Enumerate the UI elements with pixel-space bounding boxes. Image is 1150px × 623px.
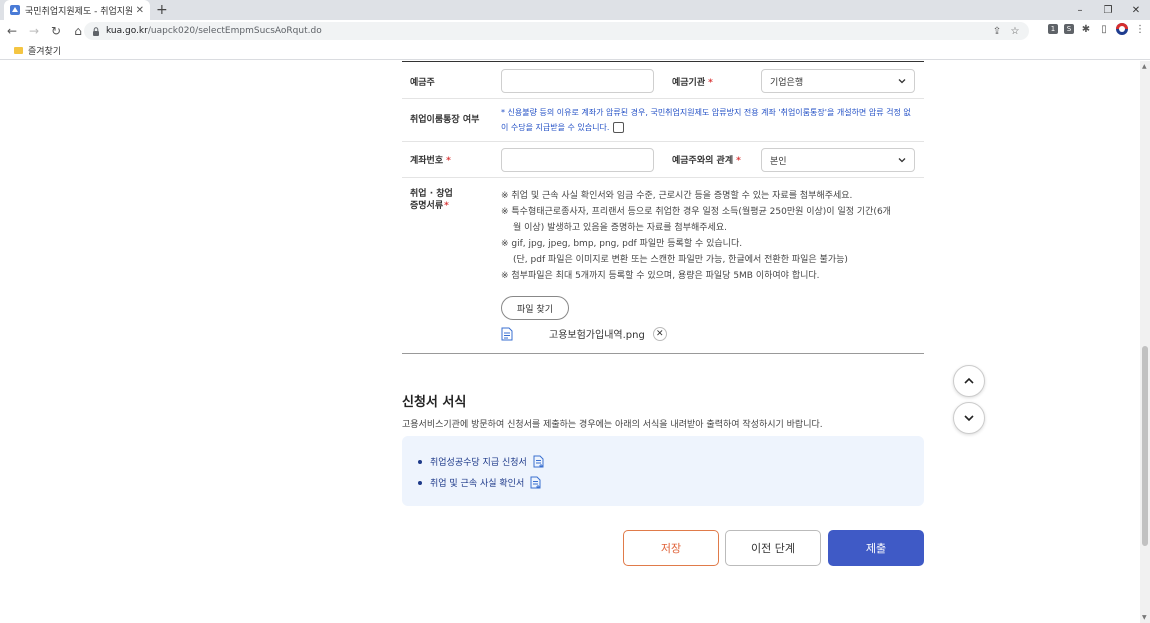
note-line: (단, pdf 파일은 이미지로 변환 또는 스캔한 파일만 가능, 한글에서 … (513, 255, 848, 265)
download-link-label[interactable]: 취업 및 근속 사실 확인서 (430, 476, 524, 489)
bank-label: 예금기관 * (672, 78, 713, 88)
browser-tab[interactable]: 국민취업지원제도 - 취업지원관리 ✕ (4, 0, 150, 20)
extensions-puzzle-icon[interactable]: ✱ (1080, 23, 1092, 35)
employment-account-notice: * 신용불량 등의 이유로 계좌가 압류된 경우, 국민취업지원제도 압류방지 … (501, 108, 911, 133)
new-tab-button[interactable]: + (156, 2, 168, 18)
side-panel-icon[interactable]: ▯ (1098, 23, 1110, 35)
browser-toolbar: ← → ↻ ⌂ kua.go.kr/uapck020/selectEmpmSuc… (0, 20, 1150, 42)
section-title: 신청서 서식 (402, 395, 467, 410)
download-document-icon[interactable] (533, 455, 545, 468)
bullet-icon (418, 459, 422, 464)
tab-title: 국민취업지원제도 - 취업지원관리 (25, 6, 132, 17)
address-actions: ⇪ ☆ (991, 25, 1021, 37)
bank-select[interactable]: 기업은행 (761, 69, 915, 93)
account-number-row: 계좌번호 * 예금주와의 관계 * 본인 (402, 142, 924, 178)
relation-select[interactable]: 본인 (761, 148, 915, 172)
note-line: ※ 특수형태근로종사자, 프리랜서 등으로 취업한 경우 일정 소득(월평균 2… (501, 207, 891, 217)
note-line: ※ 첨부파일은 최대 5개까지 등록할 수 있으며, 용량은 파일당 5MB 이… (501, 271, 820, 281)
bank-selected: 기업은행 (770, 77, 804, 88)
depositor-row: 예금주 예금기관 * 기업은행 (402, 61, 924, 99)
reload-button[interactable]: ↻ (46, 21, 66, 41)
download-forms-box: 취업성공수당 지급 신청서 취업 및 근속 사실 확인서 (402, 436, 924, 506)
address-bar[interactable]: kua.go.kr/uapck020/selectEmpmSucsAoRqut.… (84, 22, 1029, 40)
bookmarks-bar: 즐겨찾기 (0, 42, 1150, 60)
bookmark-star-icon[interactable]: ☆ (1009, 25, 1021, 37)
attached-file-name: 고용보험가입내역.png (549, 330, 645, 341)
extension-1-icon[interactable]: 1 (1048, 24, 1058, 34)
minimize-button[interactable]: – (1066, 0, 1094, 20)
section-description: 고용서비스기관에 방문하여 신청서를 제출하는 경우에는 아래의 서식을 내려받… (402, 420, 823, 430)
lock-icon (93, 26, 99, 36)
share-icon[interactable]: ⇪ (991, 25, 1003, 37)
required-mark: * (736, 156, 741, 166)
tab-close-icon[interactable]: ✕ (136, 5, 144, 16)
employment-account-checkbox[interactable] (613, 122, 625, 133)
download-link-success-allowance[interactable]: 취업성공수당 지급 신청서 (418, 455, 545, 468)
save-button[interactable]: 저장 (623, 530, 719, 566)
required-mark: * (708, 78, 713, 88)
page-scrollbar[interactable]: ▲ ▼ (1140, 61, 1150, 623)
proof-documents-label: 취업 · 창업 증명서류* (410, 189, 453, 211)
required-mark: * (444, 201, 449, 211)
account-number-label: 계좌번호 * (410, 156, 451, 166)
download-document-icon[interactable] (530, 476, 542, 489)
scroll-top-button[interactable] (953, 365, 985, 397)
note-line: 월 이상) 발생하고 있음을 증명하는 자료를 첨부해주세요. (513, 223, 727, 233)
chevron-up-icon (964, 377, 974, 384)
depositor-input[interactable] (501, 69, 654, 93)
chevron-down-icon (898, 158, 906, 163)
toolbar-extensions: 1 S ✱ ▯ ⋮ (1048, 23, 1146, 35)
extension-s-icon[interactable]: S (1064, 24, 1074, 34)
chevron-down-icon (898, 79, 906, 84)
relation-selected: 본인 (770, 156, 787, 167)
page-viewport: 예금주 예금기관 * 기업은행 취업이룸통장 여부 * 신용불량 등의 이유로 계… (0, 61, 1140, 623)
restore-button[interactable]: ❐ (1094, 0, 1122, 20)
proof-notes: ※ 취업 및 근속 사실 확인서와 임금 수준, 근로시간 등을 증명할 수 있… (501, 188, 921, 284)
remove-file-icon[interactable]: ✕ (652, 326, 667, 341)
submit-button[interactable]: 제출 (828, 530, 924, 566)
forward-button[interactable]: → (24, 21, 44, 41)
attached-file: 고용보험가입내역.png ✕ (501, 326, 667, 341)
note-line: ※ gif, jpg, jpeg, bmp, png, pdf 파일만 등록할 … (501, 239, 743, 249)
chevron-down-icon (964, 415, 974, 422)
back-button[interactable]: ← (2, 21, 22, 41)
browser-tabstrip: 국민취업지원제도 - 취업지원관리 ✕ + – ❐ ✕ (0, 0, 1150, 20)
employment-account-label: 취업이룸통장 여부 (410, 115, 480, 125)
application-form: 예금주 예금기관 * 기업은행 취업이룸통장 여부 * 신용불량 등의 이유로 계… (402, 61, 924, 354)
note-line: ※ 취업 및 근속 사실 확인서와 임금 수준, 근로시간 등을 증명할 수 있… (501, 191, 853, 201)
site-favicon-icon (10, 5, 20, 15)
bookmark-folder[interactable]: 즐겨찾기 (28, 44, 61, 57)
url-host: kua.go.kr (106, 26, 148, 36)
scrollbar-thumb[interactable] (1142, 346, 1148, 546)
account-number-input[interactable] (501, 148, 654, 172)
close-window-button[interactable]: ✕ (1122, 0, 1150, 20)
file-document-icon (501, 327, 513, 340)
url-path: /uapck020/selectEmpmSucsAoRqut.do (147, 26, 322, 36)
depositor-label: 예금주 (410, 78, 435, 88)
browser-menu-icon[interactable]: ⋮ (1134, 23, 1146, 35)
scroll-up-arrow-icon[interactable]: ▲ (1142, 63, 1147, 70)
employment-account-row: 취업이룸통장 여부 * 신용불량 등의 이유로 계좌가 압류된 경우, 국민취업… (402, 99, 924, 142)
previous-step-button[interactable]: 이전 단계 (725, 530, 821, 566)
bullet-icon (418, 480, 422, 485)
proof-documents-row: 취업 · 창업 증명서류* ※ 취업 및 근속 사실 확인서와 임금 수준, 근… (402, 178, 924, 354)
profile-avatar-icon[interactable] (1116, 23, 1128, 35)
download-link-label[interactable]: 취업성공수당 지급 신청서 (430, 455, 527, 468)
folder-icon (14, 47, 23, 54)
scroll-bottom-button[interactable] (953, 402, 985, 434)
required-mark: * (446, 156, 451, 166)
download-link-employment-confirmation[interactable]: 취업 및 근속 사실 확인서 (418, 476, 542, 489)
file-search-button[interactable]: 파일 찾기 (501, 296, 569, 320)
scroll-down-arrow-icon[interactable]: ▼ (1142, 614, 1147, 621)
relation-label: 예금주와의 관계 * (672, 156, 741, 166)
